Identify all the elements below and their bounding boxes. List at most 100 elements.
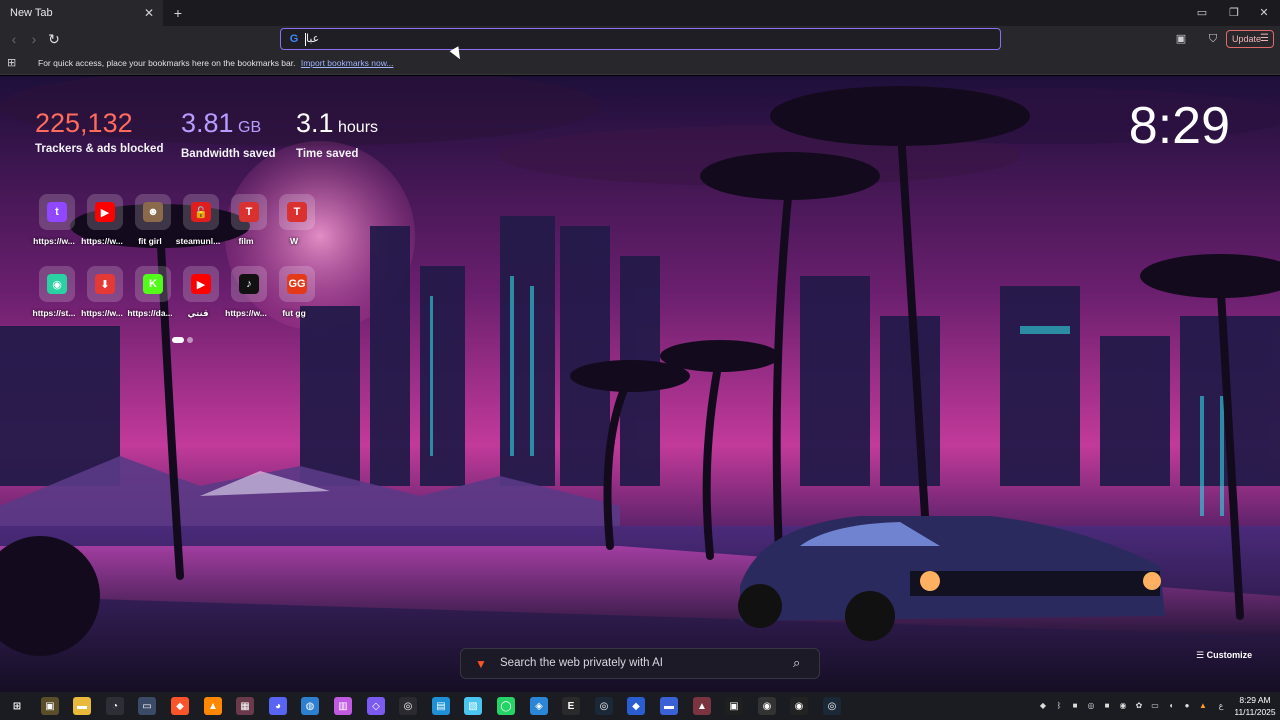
- app-icon-6[interactable]: ▤: [432, 697, 450, 715]
- stat-time-label: Time saved: [296, 148, 359, 160]
- pagination-dot[interactable]: [187, 337, 193, 343]
- brave-shields-icon[interactable]: ⛉: [1205, 31, 1221, 47]
- steamunlocked-icon: 🔓: [191, 202, 211, 222]
- tray-mic-icon[interactable]: ●: [1182, 701, 1192, 711]
- pagination-dot-active[interactable]: [172, 337, 184, 343]
- fitgirl-icon: ☻: [143, 202, 163, 222]
- windows-start-icon[interactable]: ⊞: [8, 697, 26, 715]
- bookmarks-bar: ⊞ For quick access, place your bookmarks…: [0, 53, 1280, 75]
- app-icon-13[interactable]: ◉: [758, 697, 776, 715]
- app-icon-10[interactable]: ▬: [660, 697, 678, 715]
- top-site-tile[interactable]: ♪ https://w...: [222, 266, 270, 328]
- reload-button[interactable]: ↻: [46, 31, 62, 47]
- top-site-tile[interactable]: ☻ fit girl: [126, 194, 174, 256]
- app-icon-9[interactable]: ◆: [627, 697, 645, 715]
- app-icon-11[interactable]: ▲: [693, 697, 711, 715]
- back-button[interactable]: ‹: [6, 31, 22, 47]
- top-site-tile[interactable]: ▶ قنتي: [174, 266, 222, 328]
- top-site-icon-frame: t: [39, 194, 75, 230]
- tab-search-icon[interactable]: ▭: [1194, 5, 1210, 21]
- download-icon: ⬇: [95, 274, 115, 294]
- top-site-tile[interactable]: ⬇ https://w...: [78, 266, 126, 328]
- tab-new-tab[interactable]: New Tab ✕: [0, 0, 163, 26]
- clock: 8:29: [1128, 97, 1230, 155]
- top-site-tile[interactable]: Khttps://da...: [126, 266, 174, 328]
- close-window-icon[interactable]: ✕: [1256, 5, 1272, 21]
- app-icon-4[interactable]: ◍: [301, 697, 319, 715]
- overwatch-icon[interactable]: ◔: [106, 697, 124, 715]
- app-icon-7[interactable]: ▧: [464, 697, 482, 715]
- top-site-label: W: [289, 236, 299, 246]
- top-site-icon-frame: ▶: [183, 266, 219, 302]
- update-button[interactable]: Update ☰: [1226, 30, 1274, 48]
- vlc-icon[interactable]: ▲: [204, 697, 222, 715]
- epic-games-icon[interactable]: E: [562, 697, 580, 715]
- stat-bandwidth-number: 3.81: [181, 108, 234, 138]
- top-site-tile[interactable]: TW: [270, 194, 318, 256]
- tray-settings-icon[interactable]: ✿: [1134, 701, 1144, 711]
- tray-wifi-icon[interactable]: ▭: [1150, 701, 1160, 711]
- tray-vlc-icon[interactable]: ▲: [1198, 701, 1208, 711]
- top-site-icon-frame: ▶: [87, 194, 123, 230]
- tray-bluetooth-icon[interactable]: ᛒ: [1054, 701, 1064, 711]
- tray-network-icon[interactable]: ◆: [1038, 701, 1048, 711]
- taskbar-clock[interactable]: 8:29 AM 11/11/2025: [1232, 694, 1278, 718]
- steam-icon-3[interactable]: ◎: [823, 697, 841, 715]
- top-site-icon-frame: ◉: [39, 266, 75, 302]
- import-bookmarks-link[interactable]: Import bookmarks now...: [301, 58, 394, 68]
- forward-button[interactable]: ›: [26, 31, 42, 47]
- steam-icon[interactable]: ◎: [399, 697, 417, 715]
- apps-grid-icon[interactable]: ⊞: [7, 57, 19, 69]
- taskbar-time: 8:29 AM: [1239, 695, 1271, 705]
- app-icon-12[interactable]: ▣: [725, 697, 743, 715]
- screen: New Tab ✕ + ▭ ❐ ✕ ‹ › ↻ G عبا ▣ ⛉ Update…: [0, 0, 1280, 720]
- sidebar-icon[interactable]: ▣: [1173, 31, 1189, 47]
- app-icon-5[interactable]: ▥: [334, 697, 352, 715]
- brave-icon[interactable]: ◆: [171, 697, 189, 715]
- tray-chrome-icon[interactable]: ◉: [1118, 701, 1128, 711]
- stat-bandwidth-value: 3.81 GB: [181, 107, 276, 144]
- top-site-icon-frame: GG: [279, 266, 315, 302]
- tiktok-icon: ♪: [239, 274, 259, 294]
- search-icon[interactable]: ⌕: [793, 656, 807, 670]
- youtube-icon: ▶: [95, 202, 115, 222]
- top-site-icon-frame: 🔓: [183, 194, 219, 230]
- customize-button[interactable]: ☰ Customize: [1196, 650, 1252, 661]
- futgg-icon: GG: [287, 274, 307, 294]
- tray-app-icon[interactable]: ■: [1070, 701, 1080, 711]
- steam-icon-2[interactable]: ◎: [595, 697, 613, 715]
- new-tab-button[interactable]: +: [170, 5, 186, 21]
- tray-language[interactable]: ع: [1216, 701, 1226, 711]
- top-site-tile[interactable]: ▶ https://w...: [78, 194, 126, 256]
- close-icon[interactable]: ✕: [142, 6, 156, 20]
- search-box[interactable]: ▼ Search the web privately with AI ⌕: [460, 648, 820, 679]
- gamepad-icon[interactable]: ◇: [367, 697, 385, 715]
- app-icon-1[interactable]: ▣: [41, 697, 59, 715]
- address-bar-text: عبا: [306, 33, 320, 45]
- stat-time-value: 3.1 hours: [296, 107, 378, 144]
- tray-volume-icon[interactable]: ◖: [1166, 701, 1176, 711]
- eye-icon[interactable]: ◉: [790, 697, 808, 715]
- tray-nvidia-icon[interactable]: ■: [1102, 701, 1112, 711]
- bookmarks-message-text: For quick access, place your bookmarks h…: [38, 58, 296, 68]
- top-site-tile[interactable]: GG fut gg: [270, 266, 318, 328]
- app-icon-2[interactable]: ▭: [138, 697, 156, 715]
- discord-icon[interactable]: ◕: [269, 697, 287, 715]
- app-icon-3[interactable]: ▦: [236, 697, 254, 715]
- top-site-tile[interactable]: 🔓 steamunl...: [174, 194, 222, 256]
- menu-icon: ☰: [1260, 33, 1269, 44]
- taskbar-date: 11/11/2025: [1234, 707, 1276, 717]
- top-site-icon-frame: ⬇: [87, 266, 123, 302]
- tray-steam-icon[interactable]: ◎: [1086, 701, 1096, 711]
- address-bar[interactable]: G عبا: [280, 28, 1001, 50]
- stat-trackers-value: 225,132: [35, 107, 163, 139]
- app-icon-8[interactable]: ◈: [530, 697, 548, 715]
- brave-lion-icon: ▼: [475, 657, 487, 671]
- top-site-tile[interactable]: t https://w...: [30, 194, 78, 256]
- bookmarks-message: For quick access, place your bookmarks h…: [38, 58, 393, 68]
- restore-window-icon[interactable]: ❐: [1226, 5, 1242, 21]
- file-explorer-icon[interactable]: ▬: [73, 697, 91, 715]
- top-site-tile[interactable]: ◉ https://st...: [30, 266, 78, 328]
- whatsapp-icon[interactable]: ◯: [497, 697, 515, 715]
- top-site-tile[interactable]: Tfilm: [222, 194, 270, 256]
